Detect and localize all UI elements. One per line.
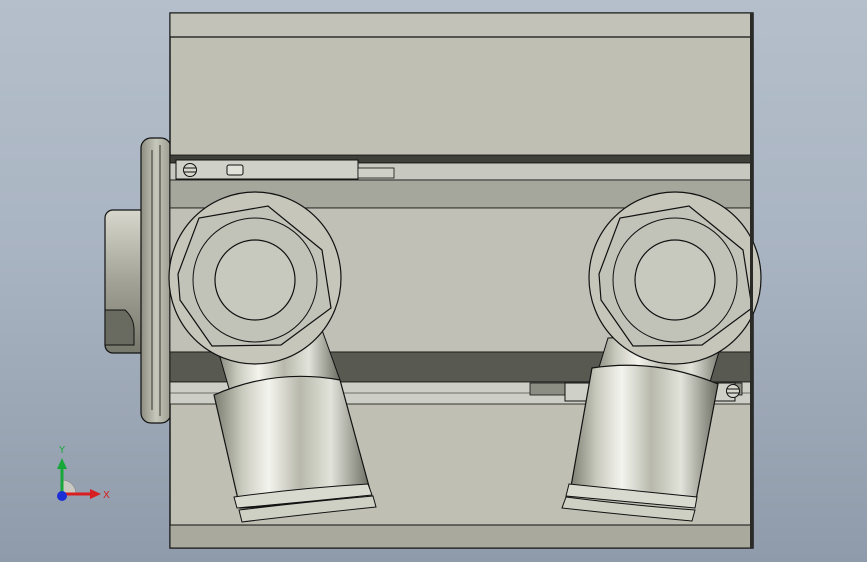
body-edge	[750, 13, 753, 548]
y-arrow-icon	[57, 458, 67, 469]
graphics-viewport[interactable]: Y X	[0, 0, 867, 562]
x-axis-label: X	[103, 490, 110, 501]
rod-end[interactable]	[104, 137, 172, 424]
x-arrow-icon	[90, 489, 101, 499]
cylinder-model[interactable]	[0, 0, 867, 562]
axis-triad: Y X	[57, 445, 110, 501]
z-axis-icon	[57, 491, 67, 501]
y-axis-label: Y	[58, 445, 66, 456]
